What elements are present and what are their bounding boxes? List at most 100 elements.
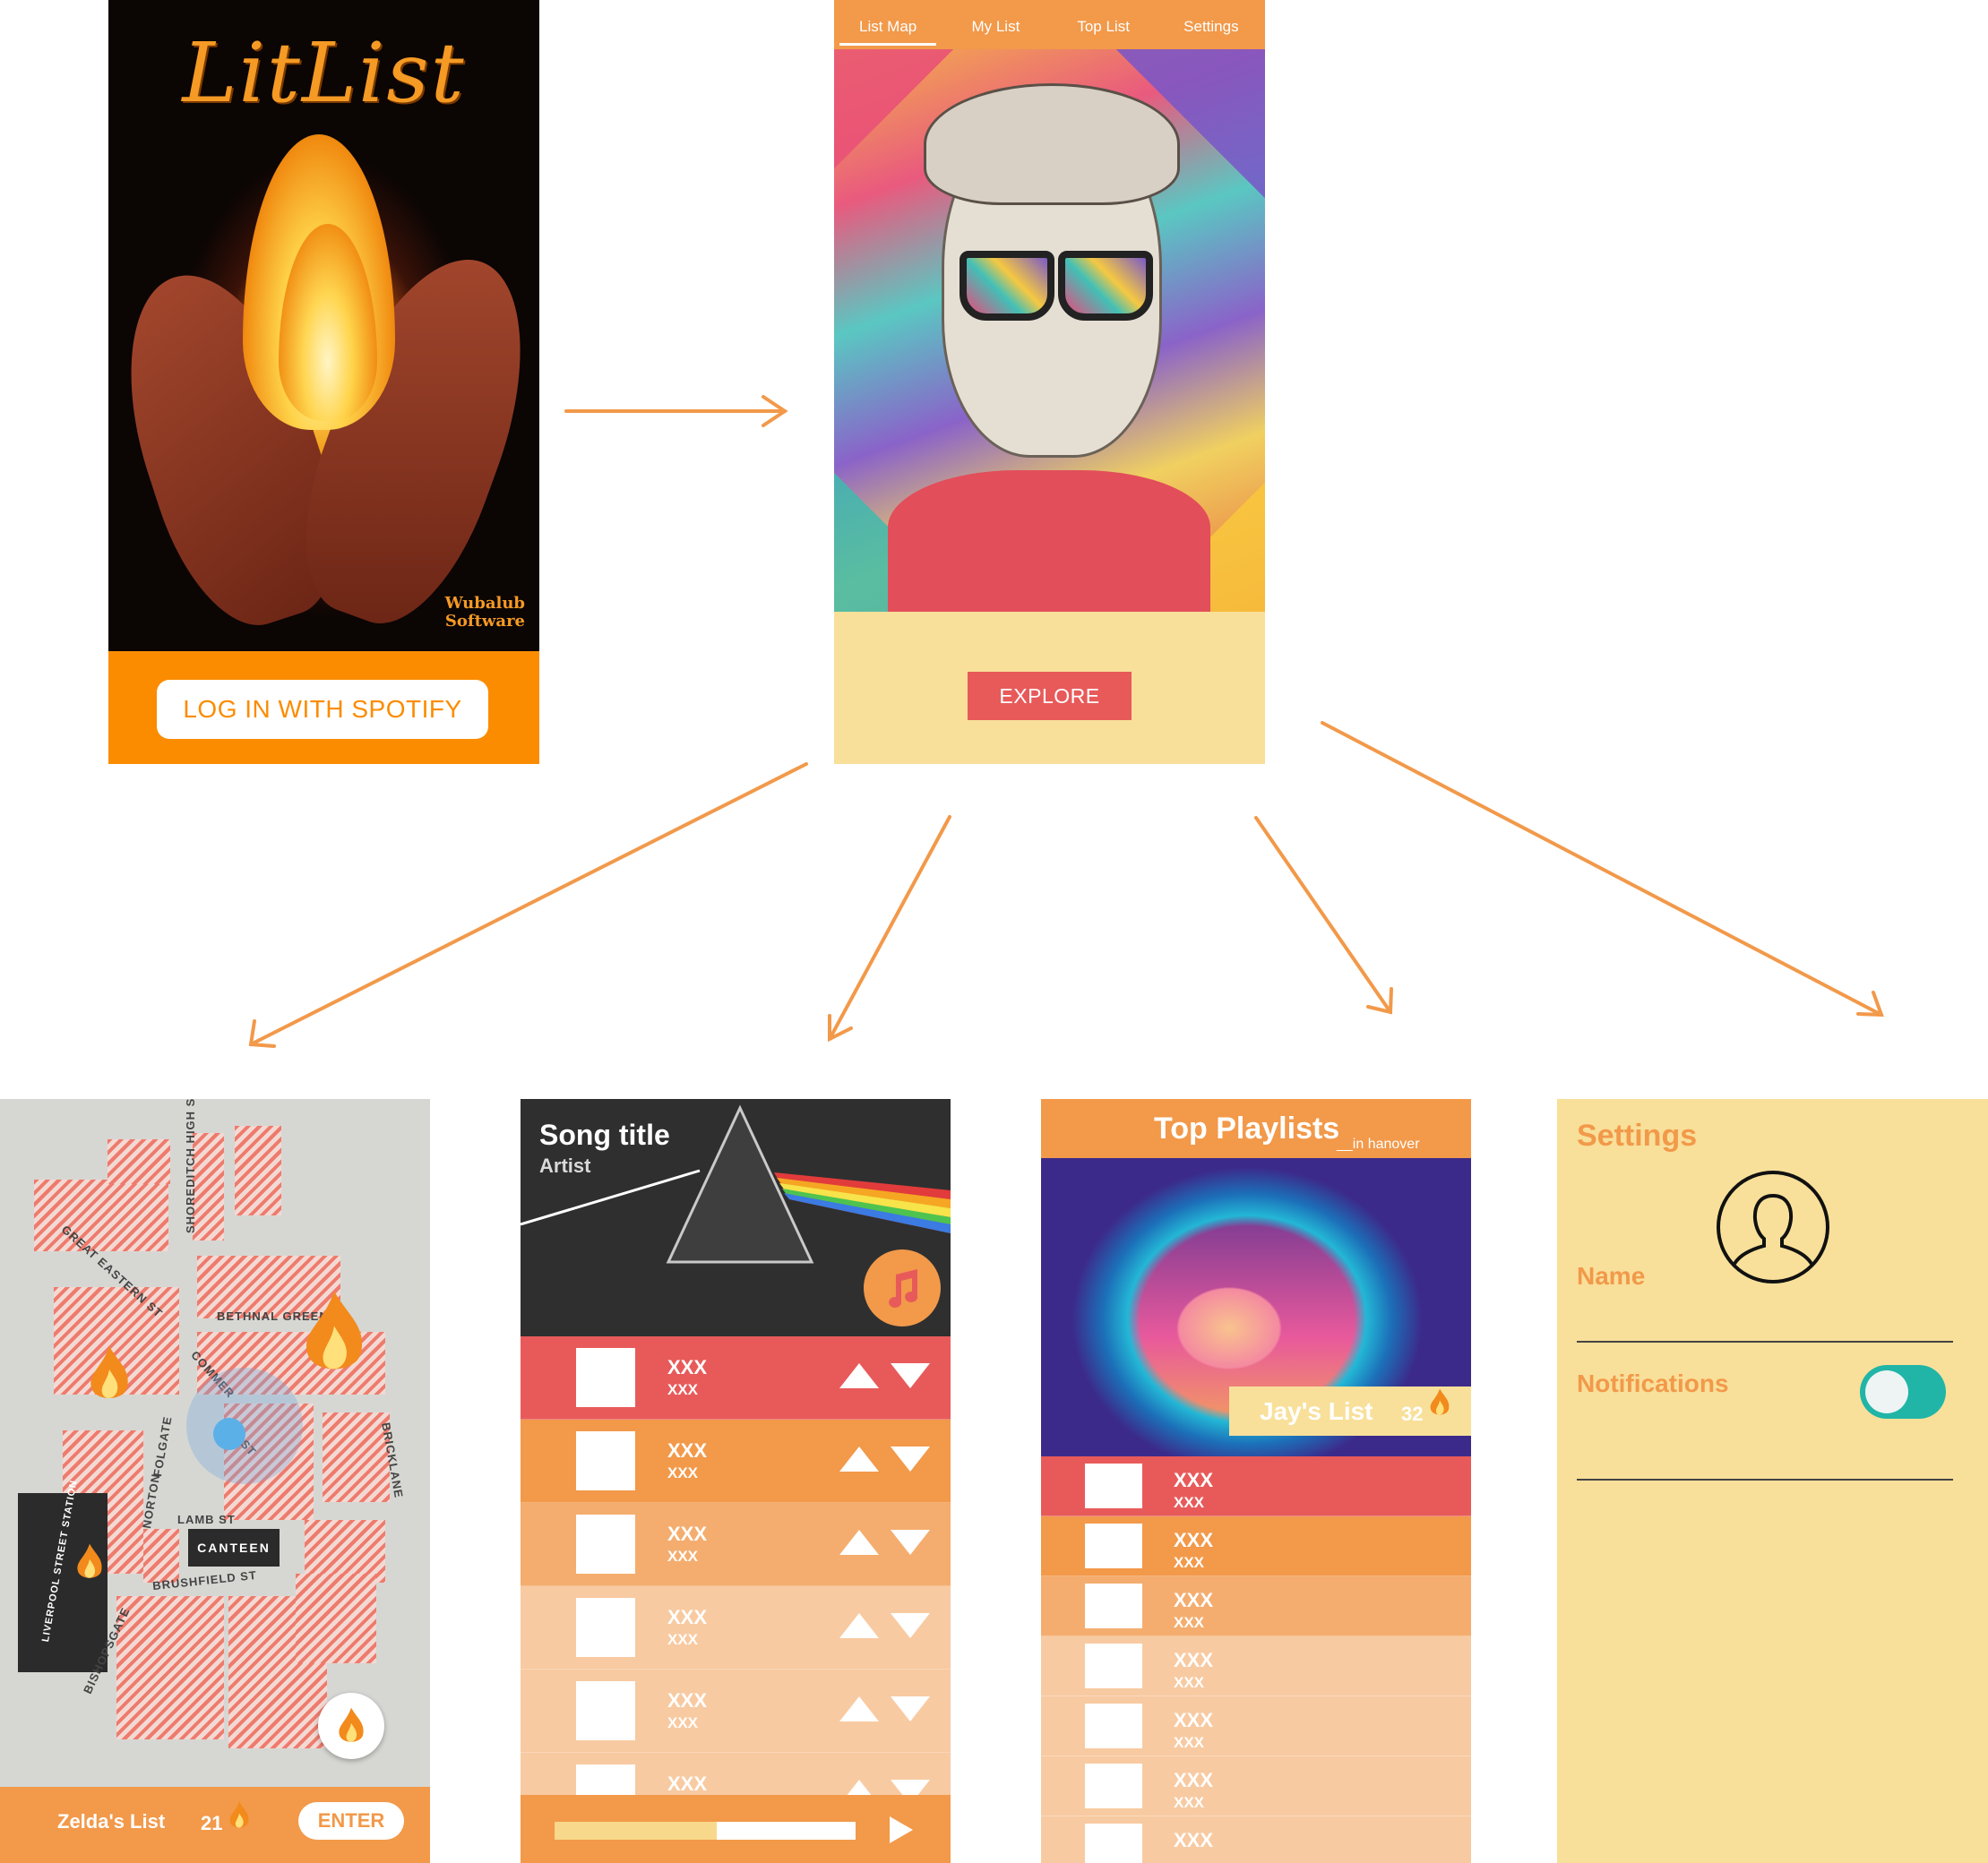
- play-icon[interactable]: [890, 1816, 913, 1843]
- song-thumbnail: [576, 1598, 635, 1657]
- player-bar: [521, 1795, 951, 1863]
- now-playing-header: Song title Artist: [521, 1099, 951, 1336]
- playlist-row-subtitle: XXX: [1174, 1554, 1205, 1571]
- song-row[interactable]: XXX XXX: [521, 1503, 951, 1586]
- playlist-row-title: XXX: [1174, 1829, 1214, 1851]
- playlist-row[interactable]: XXX XXX: [1041, 1456, 1471, 1516]
- tab-my-list[interactable]: My List: [942, 0, 1049, 49]
- upvote-icon[interactable]: [839, 1363, 879, 1388]
- playlist-thumbnail: [1085, 1584, 1142, 1628]
- list-name: Zelda's List: [57, 1810, 166, 1833]
- song-row-title: XXX: [667, 1439, 708, 1462]
- featured-playlist-art[interactable]: Jay's List 32: [1041, 1158, 1471, 1456]
- notifications-toggle[interactable]: [1860, 1365, 1946, 1419]
- song-row-subtitle: XXX: [667, 1631, 699, 1648]
- playlist-row[interactable]: XXX XXX: [1041, 1696, 1471, 1756]
- downvote-icon[interactable]: [891, 1447, 930, 1472]
- tab-top-list[interactable]: Top List: [1050, 0, 1158, 49]
- settings-screen: Settings Name Notifications: [1557, 1099, 1988, 1863]
- song-row[interactable]: XXX XXX: [521, 1670, 951, 1753]
- playlist-thumbnail: [1085, 1824, 1142, 1863]
- playlist-row-subtitle: XXX: [1174, 1674, 1205, 1691]
- map-view[interactable]: CANTEEN SHOREDITCH HIGH ST GREAT EASTERN…: [0, 1099, 430, 1787]
- canteen-label: CANTEEN: [188, 1529, 280, 1567]
- name-field[interactable]: [1577, 1341, 1953, 1343]
- song-row-subtitle: XXX: [667, 1464, 699, 1481]
- street-lamb: LAMB ST: [177, 1513, 236, 1526]
- upvote-icon[interactable]: [839, 1447, 879, 1472]
- downvote-icon[interactable]: [891, 1530, 930, 1555]
- featured-label: Jay's List 32: [1229, 1387, 1471, 1436]
- song-row-subtitle: XXX: [667, 1548, 699, 1565]
- playlist-thumbnail: [1085, 1644, 1142, 1688]
- song-thumbnail: [576, 1515, 635, 1574]
- upvote-icon[interactable]: [839, 1696, 879, 1721]
- song-row-title: XXX: [667, 1773, 708, 1795]
- playlist-row[interactable]: XXX: [1041, 1816, 1471, 1863]
- playlist-row-title: XXX: [1174, 1649, 1214, 1671]
- spotify-login-button[interactable]: LOG IN WITH SPOTIFY: [157, 680, 488, 739]
- fire-icon: [229, 1801, 249, 1828]
- login-screen: LitList Wubalub Software LOG IN WITH SPO…: [108, 0, 539, 764]
- enter-button[interactable]: ENTER: [298, 1802, 404, 1840]
- name-label: Name: [1577, 1262, 1646, 1290]
- artist-name: Artist: [539, 1155, 591, 1177]
- playlist-thumbnail: [1085, 1704, 1142, 1748]
- top-list-header: Top Playlists __in hanover: [1041, 1099, 1471, 1158]
- progress-bar[interactable]: [555, 1822, 856, 1840]
- downvote-icon[interactable]: [891, 1696, 930, 1721]
- tab-list-map[interactable]: List Map: [834, 0, 942, 49]
- fire-pin-icon[interactable]: [82, 1343, 136, 1405]
- featured-name: Jay's List: [1260, 1397, 1373, 1425]
- current-location-icon: [213, 1418, 245, 1450]
- street-folgate: FOLGATE: [151, 1414, 175, 1478]
- playlist-row[interactable]: XXX XXX: [1041, 1756, 1471, 1816]
- song-thumbnail: [576, 1681, 635, 1740]
- top-list-location: __in hanover: [1337, 1137, 1420, 1152]
- fire-icon: [339, 1707, 364, 1742]
- music-button[interactable]: [864, 1249, 941, 1326]
- home-screen: List Map My List Top List Settings EXPLO…: [834, 0, 1265, 764]
- song-row[interactable]: XXX XXX: [521, 1420, 951, 1503]
- playlist-thumbnail: [1085, 1464, 1142, 1508]
- playlist-row-title: XXX: [1174, 1769, 1214, 1791]
- playlist-row[interactable]: XXX XXX: [1041, 1636, 1471, 1696]
- list-count: 21: [201, 1812, 223, 1834]
- playlist-row-title: XXX: [1174, 1709, 1214, 1731]
- upvote-icon[interactable]: [839, 1613, 879, 1638]
- maker-line-1: Wubalub: [444, 594, 525, 613]
- fire-icon: [1430, 1388, 1450, 1415]
- tab-settings[interactable]: Settings: [1158, 0, 1265, 49]
- playlist-row-subtitle: XXX: [1174, 1614, 1205, 1631]
- song-row-title: XXX: [667, 1523, 708, 1545]
- notifications-label: Notifications: [1577, 1369, 1729, 1397]
- fire-fab-button[interactable]: [318, 1693, 384, 1759]
- settings-divider: [1577, 1479, 1953, 1481]
- settings-title: Settings: [1577, 1119, 1698, 1153]
- downvote-icon[interactable]: [891, 1613, 930, 1638]
- explore-button[interactable]: EXPLORE: [968, 672, 1132, 720]
- location-accuracy-ring: [186, 1368, 303, 1484]
- upvote-icon[interactable]: [839, 1530, 879, 1555]
- selected-list-bar: Zelda's List 21 ENTER: [0, 1787, 430, 1863]
- song-row[interactable]: XXX XXX: [521, 1336, 951, 1420]
- playlist-row-title: XXX: [1174, 1529, 1214, 1551]
- avatar-icon[interactable]: [1715, 1169, 1831, 1285]
- maker-logo: Wubalub Software: [445, 595, 525, 631]
- my-list-screen: Song title Artist XXX XXX XXX XXX XXX XXX XXX X…: [521, 1099, 951, 1863]
- top-nav: List Map My List Top List Settings: [834, 0, 1265, 49]
- playlist-row[interactable]: XXX XXX: [1041, 1516, 1471, 1576]
- playlist-row-subtitle: XXX: [1174, 1794, 1205, 1811]
- downvote-icon[interactable]: [891, 1363, 930, 1388]
- playlist-row[interactable]: XXX XXX: [1041, 1576, 1471, 1636]
- fire-pin-icon[interactable]: [294, 1283, 374, 1382]
- fire-pin-icon[interactable]: [72, 1541, 108, 1583]
- list-map-screen: CANTEEN SHOREDITCH HIGH ST GREAT EASTERN…: [0, 1099, 430, 1863]
- song-row-title: XXX: [667, 1606, 708, 1628]
- song-row[interactable]: XXX XXX: [521, 1586, 951, 1670]
- maker-line-2: Software: [444, 612, 525, 631]
- playlist-row-subtitle: XXX: [1174, 1494, 1205, 1511]
- song-row-title: XXX: [667, 1689, 708, 1712]
- top-list-screen: Top Playlists __in hanover Jay's List 32…: [1041, 1099, 1471, 1863]
- playlist-row-title: XXX: [1174, 1469, 1214, 1491]
